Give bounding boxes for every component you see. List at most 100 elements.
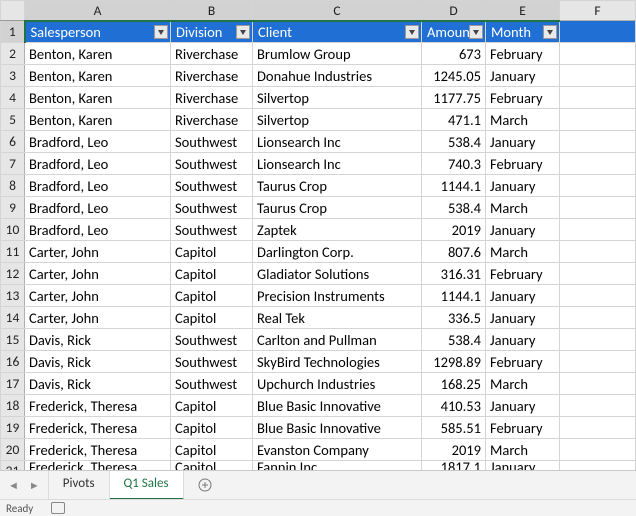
cell[interactable]: Capitol [171, 439, 253, 461]
cell[interactable]: Southwest [171, 219, 253, 241]
cell[interactable]: February [486, 43, 560, 65]
cell[interactable] [560, 395, 636, 417]
cell[interactable]: Riverchase [171, 43, 253, 65]
cell[interactable]: Davis, Rick [25, 373, 171, 395]
cell[interactable] [560, 285, 636, 307]
cell[interactable] [560, 109, 636, 131]
cell[interactable]: 168.25 [422, 373, 486, 395]
cell[interactable]: Bradford, Leo [25, 197, 171, 219]
cell[interactable]: 538.4 [422, 197, 486, 219]
cell[interactable]: Riverchase [171, 109, 253, 131]
cell[interactable]: Carter, John [25, 307, 171, 329]
row-header[interactable]: 15 [1, 329, 25, 351]
cell[interactable]: Darlington Corp. [253, 241, 422, 263]
cell[interactable]: 538.4 [422, 329, 486, 351]
col-header-C[interactable]: C [253, 1, 422, 21]
cell[interactable]: March [486, 197, 560, 219]
cell[interactable]: Carter, John [25, 263, 171, 285]
cell[interactable]: February [486, 351, 560, 373]
cell[interactable]: 1298.89 [422, 351, 486, 373]
tab-nav-prev-icon[interactable]: ◄ [8, 479, 19, 492]
cell[interactable]: Southwest [171, 131, 253, 153]
cell[interactable] [560, 373, 636, 395]
cell[interactable]: 1177.75 [422, 87, 486, 109]
cell[interactable]: January [486, 395, 560, 417]
cell[interactable] [560, 439, 636, 461]
cell[interactable] [560, 43, 636, 65]
cell[interactable]: Southwest [171, 373, 253, 395]
cell[interactable] [560, 131, 636, 153]
row-header[interactable]: 10 [1, 219, 25, 241]
row-header[interactable]: 18 [1, 395, 25, 417]
cell[interactable]: SkyBird Technologies [253, 351, 422, 373]
cell[interactable]: January [486, 65, 560, 87]
cell[interactable]: Lionsearch Inc [253, 131, 422, 153]
cell[interactable]: Taurus Crop [253, 175, 422, 197]
cell[interactable]: 2019 [422, 439, 486, 461]
cell[interactable]: Davis, Rick [25, 351, 171, 373]
cell[interactable] [560, 197, 636, 219]
cell[interactable]: February [486, 87, 560, 109]
row-header[interactable]: 14 [1, 307, 25, 329]
cell[interactable]: Silvertop [253, 109, 422, 131]
cell[interactable]: Capitol [171, 395, 253, 417]
cell[interactable]: Benton, Karen [25, 65, 171, 87]
cell[interactable]: Bradford, Leo [25, 131, 171, 153]
cell[interactable]: Donahue Industries [253, 65, 422, 87]
cell[interactable] [560, 175, 636, 197]
cell[interactable]: Carter, John [25, 241, 171, 263]
cell[interactable]: March [486, 109, 560, 131]
row-header[interactable]: 3 [1, 65, 25, 87]
row-header[interactable]: 13 [1, 285, 25, 307]
row-header[interactable]: 20 [1, 439, 25, 461]
row-header[interactable]: 19 [1, 417, 25, 439]
col-header-A[interactable]: A [25, 1, 171, 21]
cell[interactable]: January [486, 307, 560, 329]
col-header-E[interactable]: E [486, 1, 560, 21]
cell[interactable]: Bradford, Leo [25, 219, 171, 241]
cell[interactable] [560, 65, 636, 87]
cell[interactable]: March [486, 439, 560, 461]
row-header[interactable]: 2 [1, 43, 25, 65]
cell[interactable]: Capitol [171, 285, 253, 307]
cell[interactable]: Real Tek [253, 307, 422, 329]
cell[interactable]: Evanston Company [253, 439, 422, 461]
cell[interactable] [560, 351, 636, 373]
tab-nav-next-icon[interactable]: ► [29, 479, 40, 492]
cell[interactable]: Gladiator Solutions [253, 263, 422, 285]
cell[interactable]: January [486, 131, 560, 153]
cell[interactable]: Brumlow Group [253, 43, 422, 65]
cell[interactable]: March [486, 241, 560, 263]
filter-dropdown-icon[interactable] [154, 25, 168, 39]
cell[interactable]: February [486, 153, 560, 175]
cell[interactable]: Southwest [171, 153, 253, 175]
macro-record-icon[interactable] [51, 502, 65, 514]
row-header[interactable]: 11 [1, 241, 25, 263]
cell[interactable]: Frederick, Theresa [25, 417, 171, 439]
cell[interactable]: Southwest [171, 351, 253, 373]
cell[interactable] [560, 153, 636, 175]
cell[interactable]: January [486, 219, 560, 241]
cell[interactable]: Upchurch Industries [253, 373, 422, 395]
row-header[interactable]: 1 [1, 21, 25, 43]
header-cell-salesperson[interactable]: Salesperson [25, 21, 171, 43]
cell[interactable]: February [486, 417, 560, 439]
cell[interactable]: Benton, Karen [25, 43, 171, 65]
cell[interactable]: Riverchase [171, 87, 253, 109]
spreadsheet-grid[interactable]: A B C D E F 1 Salesperson Division Clien… [0, 0, 636, 471]
cell[interactable]: 471.1 [422, 109, 486, 131]
header-cell-client[interactable]: Client [253, 21, 422, 43]
cell[interactable]: Frederick, Theresa [25, 439, 171, 461]
cell[interactable]: Capitol [171, 241, 253, 263]
cell[interactable]: March [486, 373, 560, 395]
cell[interactable]: Southwest [171, 175, 253, 197]
tab-pivots[interactable]: Pivots [49, 471, 110, 500]
cell[interactable]: Bradford, Leo [25, 153, 171, 175]
cell[interactable]: Benton, Karen [25, 87, 171, 109]
cell[interactable] [560, 263, 636, 285]
cell[interactable]: Southwest [171, 329, 253, 351]
row-header[interactable]: 16 [1, 351, 25, 373]
cell[interactable]: 1245.05 [422, 65, 486, 87]
cell[interactable]: Benton, Karen [25, 109, 171, 131]
cell[interactable]: Capitol [171, 307, 253, 329]
